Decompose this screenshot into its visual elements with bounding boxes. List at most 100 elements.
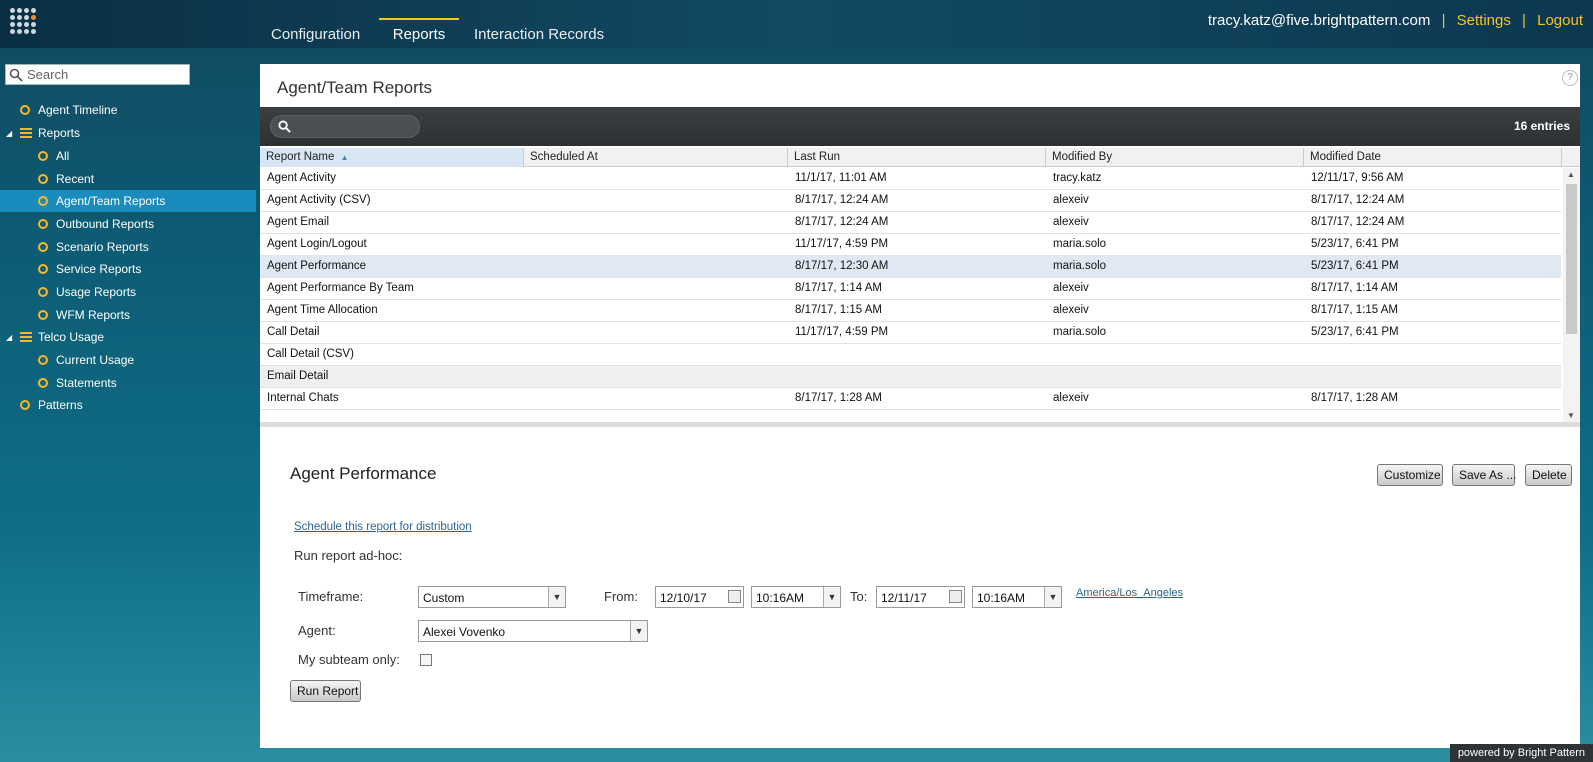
sidebar-item-label: Patterns	[38, 398, 83, 412]
bullet-icon	[38, 355, 48, 365]
to-time-select[interactable]: 10:16AM ▼	[972, 586, 1062, 608]
table-row[interactable]: Call Detail (CSV)	[260, 344, 1561, 366]
cell-last-run: 8/17/17, 1:15 AM	[795, 304, 882, 316]
cell-report-name: Call Detail (CSV)	[267, 348, 354, 360]
sidebar-item-label: Statements	[56, 376, 117, 390]
sidebar-item-service-reports[interactable]: Service Reports	[0, 258, 256, 280]
logout-link[interactable]: Logout	[1537, 12, 1583, 29]
pane-splitter[interactable]	[260, 422, 1580, 427]
timeframe-select[interactable]: Custom ▼	[418, 586, 566, 608]
cell-last-run: 11/17/17, 4:59 PM	[795, 326, 889, 338]
sidebar-item-label: Service Reports	[56, 262, 142, 276]
sidebar-item-scenario-reports[interactable]: Scenario Reports	[0, 236, 256, 258]
cell-modified-by: maria.solo	[1053, 260, 1107, 272]
tab-interaction-records[interactable]: Interaction Records	[474, 18, 604, 48]
scrollbar-thumb[interactable]	[1566, 184, 1577, 334]
sidebar-search[interactable]	[5, 64, 190, 85]
from-date-value: 12/10/17	[660, 591, 707, 605]
tab-configuration[interactable]: Configuration	[271, 18, 360, 48]
powered-by-footer: powered by Bright Pattern	[1449, 744, 1593, 762]
grid-search-input[interactable]	[270, 115, 420, 138]
cell-modified-by: alexeiv	[1053, 216, 1089, 228]
search-input[interactable]	[27, 67, 177, 82]
cell-report-name: Call Detail	[267, 326, 320, 338]
sidebar-item-current-usage[interactable]: Current Usage	[0, 349, 256, 371]
cell-modified-by: maria.solo	[1053, 326, 1107, 338]
chevron-down-icon: ▼	[1044, 587, 1061, 607]
scroll-down-icon[interactable]: ▼	[1567, 411, 1575, 420]
customize-button[interactable]: Customize	[1377, 464, 1443, 486]
table-row[interactable]: Agent Performance By Team 8/17/17, 1:14 …	[260, 278, 1561, 300]
sidebar-item-label: Scenario Reports	[56, 240, 149, 254]
sidebar-item-label: Recent	[56, 172, 95, 186]
column-header-modified-by[interactable]: Modified By	[1046, 148, 1304, 167]
top-bar: Configuration Reports Interaction Record…	[0, 0, 1593, 48]
settings-link[interactable]: Settings	[1457, 12, 1511, 29]
sidebar-item-agent-team-reports[interactable]: Agent/Team Reports	[0, 190, 256, 212]
cell-last-run: 11/17/17, 4:59 PM	[795, 238, 889, 250]
sidebar-item-label: Usage Reports	[56, 285, 137, 299]
calendar-icon[interactable]	[949, 590, 962, 603]
entries-count: 16 entries	[1513, 119, 1570, 133]
main-panel: Agent/Team Reports ? 16 entries Report N…	[260, 64, 1580, 748]
table-row[interactable]: Call Detail 11/17/17, 4:59 PM maria.solo…	[260, 322, 1561, 344]
column-header-modified-date[interactable]: Modified Date	[1304, 148, 1562, 167]
from-time-value: 10:16AM	[756, 591, 805, 605]
to-label: To:	[850, 589, 868, 604]
subteam-checkbox[interactable]	[420, 654, 432, 666]
sidebar-item-outbound-reports[interactable]: Outbound Reports	[0, 213, 256, 235]
help-icon[interactable]: ?	[1562, 70, 1578, 86]
delete-button[interactable]: Delete	[1525, 464, 1572, 486]
cell-report-name: Agent Performance By Team	[267, 282, 414, 294]
chevron-down-icon: ▼	[823, 587, 840, 607]
sidebar-item-wfm-reports[interactable]: WFM Reports	[0, 304, 256, 326]
sidebar-item-agent-timeline[interactable]: Agent Timeline	[0, 99, 256, 121]
sidebar-item-reports[interactable]: ◢ Reports	[0, 122, 256, 144]
cell-modified-date: 8/17/17, 1:28 AM	[1311, 392, 1398, 404]
sidebar-item-statements[interactable]: Statements	[0, 372, 256, 394]
collapse-icon[interactable]: ◢	[6, 333, 12, 342]
table-row[interactable]: Agent Email 8/17/17, 12:24 AM alexeiv 8/…	[260, 212, 1561, 234]
from-date-input[interactable]: 12/10/17	[655, 586, 744, 608]
table-row[interactable]: Agent Time Allocation 8/17/17, 1:15 AM a…	[260, 300, 1561, 322]
collapse-icon[interactable]: ◢	[6, 129, 12, 138]
sidebar-item-label: Telco Usage	[38, 330, 105, 344]
table-row[interactable]: Internal Chats 8/17/17, 1:28 AM alexeiv …	[260, 388, 1561, 410]
cell-modified-date: 5/23/17, 6:41 PM	[1311, 238, 1399, 250]
agent-select[interactable]: Alexei Vovenko ▼	[418, 620, 648, 642]
tab-reports[interactable]: Reports	[379, 18, 459, 48]
table-row[interactable]: Agent Activity 11/1/17, 11:01 AM tracy.k…	[260, 168, 1561, 190]
cell-modified-date: 8/17/17, 1:14 AM	[1311, 282, 1398, 294]
schedule-report-link[interactable]: Schedule this report for distribution	[294, 521, 472, 533]
run-report-button[interactable]: Run Report	[290, 680, 361, 702]
table-row-selected[interactable]: Agent Performance 8/17/17, 12:30 AM mari…	[260, 256, 1561, 278]
from-time-select[interactable]: 10:16AM ▼	[751, 586, 841, 608]
scroll-up-icon[interactable]: ▲	[1567, 170, 1575, 179]
cell-report-name: Agent Time Allocation	[267, 304, 378, 316]
sidebar-item-recent[interactable]: Recent	[0, 168, 256, 190]
sidebar-item-patterns[interactable]: Patterns	[0, 394, 256, 416]
cell-modified-date: 5/23/17, 6:41 PM	[1311, 326, 1399, 338]
table-row[interactable]: Email Detail	[260, 366, 1561, 388]
calendar-icon[interactable]	[728, 590, 741, 603]
timezone-link[interactable]: America/Los_Angeles	[1076, 587, 1183, 599]
cell-modified-by: maria.solo	[1053, 238, 1107, 250]
to-date-input[interactable]: 12/11/17	[876, 586, 965, 608]
column-header-scheduled-at[interactable]: Scheduled At	[524, 148, 788, 167]
column-header-last-run[interactable]: Last Run	[788, 148, 1046, 167]
table-row[interactable]: Agent Activity (CSV) 8/17/17, 12:24 AM a…	[260, 190, 1561, 212]
save-as-button[interactable]: Save As ...	[1452, 464, 1516, 486]
cell-modified-by: alexeiv	[1053, 304, 1089, 316]
report-grid: Agent Activity 11/1/17, 11:01 AM tracy.k…	[260, 168, 1561, 422]
sidebar-item-label: Agent/Team Reports	[56, 194, 166, 208]
app-logo-icon[interactable]	[10, 8, 42, 40]
sidebar-item-telco-usage[interactable]: ◢ Telco Usage	[0, 326, 256, 348]
table-row[interactable]: Agent Login/Logout 11/17/17, 4:59 PM mar…	[260, 234, 1561, 256]
grid-scrollbar[interactable]: ▲ ▼	[1563, 168, 1580, 422]
cell-modified-by: alexeiv	[1053, 392, 1089, 404]
column-header-report-name[interactable]: Report Name ▲	[260, 148, 524, 167]
chevron-down-icon: ▼	[630, 621, 647, 641]
sidebar-item-usage-reports[interactable]: Usage Reports	[0, 281, 256, 303]
cell-modified-by: alexeiv	[1053, 194, 1089, 206]
sidebar-item-all[interactable]: All	[0, 145, 256, 167]
